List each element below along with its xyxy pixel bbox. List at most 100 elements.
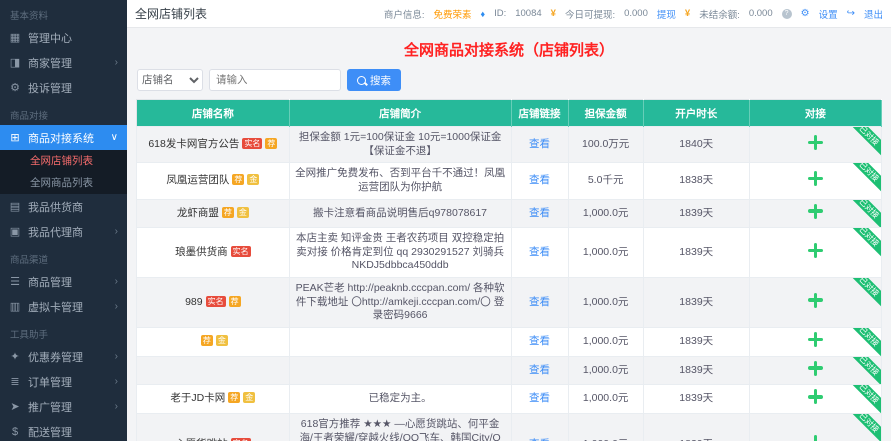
guarantee-amount: 5.0千元 — [567, 162, 644, 200]
connect-plus-icon[interactable] — [807, 134, 823, 150]
view-link[interactable]: 查看 — [529, 207, 550, 219]
search-button-label: 搜索 — [370, 74, 391, 87]
sidebar-item[interactable]: ⚙ 投诉管理 — [0, 75, 127, 100]
shop-link-cell: 查看 — [510, 125, 569, 164]
view-link[interactable]: 查看 — [529, 138, 550, 150]
connect-plus-icon[interactable] — [807, 292, 823, 308]
search-icon — [357, 75, 366, 85]
merchant-name: 免费荣素 — [433, 9, 472, 21]
merchant-icon: ◨ — [9, 57, 21, 69]
sidebar-item[interactable]: ✦ 优惠券管理 › — [0, 344, 127, 369]
sidebar-item[interactable]: ▥ 虚拟卡管理 › — [0, 294, 127, 319]
sidebar-item-label: 我品代理商 — [28, 226, 83, 239]
sidebar-item[interactable]: ≣ 订单管理 › — [0, 369, 127, 394]
sidebar-item[interactable]: ▦ 管理中心 — [0, 25, 127, 50]
shop-intro: 本店主卖 知评金贵 王者农药项目 双控稳定拍卖对接 价格肯定到位 qq 2930… — [288, 227, 512, 279]
account-age: 1839天 — [642, 198, 750, 229]
view-link[interactable]: 查看 — [529, 174, 550, 186]
balance-label: 未结余额: — [699, 9, 740, 21]
connect-plus-icon[interactable] — [807, 203, 823, 219]
logout-icon[interactable]: ↪ — [847, 8, 855, 19]
search-input[interactable] — [209, 69, 341, 91]
connect-plus-icon[interactable] — [807, 171, 823, 187]
connect-cell: 已对接 — [748, 227, 883, 279]
merchant-info-label: 商户信息: — [383, 9, 425, 21]
ribbon-badge: 已对接 — [845, 200, 881, 227]
badge: 荐 — [228, 295, 241, 307]
sidebar-section-label: 商品渠道 — [10, 255, 49, 266]
ribbon-badge: 已对接 — [845, 127, 881, 160]
vip-icon: ♦ — [480, 8, 486, 19]
goods-icon: ☰ — [10, 276, 20, 288]
connect-plus-icon[interactable] — [808, 435, 823, 441]
card-icon: ▥ — [9, 301, 21, 313]
view-link[interactable]: 查看 — [529, 364, 550, 376]
sidebar-item[interactable]: ⊞ 商品对接系统 ∨ — [0, 125, 127, 150]
sidebar-item[interactable]: ◨ 商家管理 › — [0, 50, 127, 75]
shop-intro — [288, 327, 512, 357]
table-header-row: 店铺名称 店铺简介 店铺链接 担保金额 开户时长 对接 — [136, 99, 883, 127]
table-row: 琅墨供货商 实名 本店主卖 知评金贵 王者农药项目 双控稳定拍卖对接 价格肯定到位 … — [136, 227, 883, 279]
column-header: 店铺链接 — [511, 99, 569, 127]
search-field-select[interactable]: 店铺名 — [137, 69, 203, 91]
sidebar-item-label: 虚拟卡管理 — [28, 301, 83, 314]
connect-plus-icon[interactable] — [807, 389, 823, 405]
shop-link-cell: 查看 — [510, 227, 569, 279]
app-screen: 基本资料 ▦ 管理中心 ◨ 商家管理 › ⚙ 投诉管理 商品对接 ⊞ 商品对接系统 ∨ 全网店铺列表 全网… — [0, 0, 891, 441]
badge: 金 — [236, 206, 249, 218]
sidebar-subitem[interactable]: 全网商品列表 — [0, 172, 127, 194]
sidebar-section-label: 工具助手 — [10, 330, 49, 341]
badge: 实名 — [205, 295, 226, 307]
sidebar-subitem-label: 全网商品列表 — [30, 177, 93, 189]
sidebar-item[interactable]: ▤ 我品供货商 — [0, 194, 127, 219]
logout-button[interactable]: 退出 — [864, 7, 883, 21]
ribbon-badge: 已对接 — [845, 414, 881, 441]
withdraw-link[interactable]: 提现 — [657, 7, 676, 21]
gear-icon[interactable]: ⚙ — [801, 8, 810, 19]
column-header: 开户时长 — [643, 99, 750, 127]
connect-plus-icon[interactable] — [807, 332, 823, 348]
chevron-right-icon: › — [114, 276, 118, 287]
connect-plus-icon[interactable] — [807, 242, 823, 258]
sidebar-item-label: 投诉管理 — [28, 82, 72, 95]
guarantee-amount: 1,000.0元 — [567, 198, 644, 229]
chevron-right-icon: › — [114, 351, 118, 362]
settings-button[interactable]: 设置 — [819, 7, 838, 21]
shop-name: 618发卡网官方公告 — [148, 137, 240, 150]
shop-name-cell: 琅墨供货商 实名 — [136, 227, 290, 279]
view-link[interactable]: 查看 — [529, 335, 550, 347]
guarantee-amount: 100.0万元 — [567, 125, 644, 164]
shop-link-cell: 查看 — [510, 277, 569, 329]
withdraw-label: 今日可提现: — [564, 9, 616, 21]
agent-icon: ▣ — [9, 226, 21, 238]
sidebar-subitem[interactable]: 全网店铺列表 — [0, 150, 127, 172]
sidebar-item-label: 商品对接系统 — [28, 132, 94, 145]
shop-intro: 618官方推荐 ★★★ —心愿货跳站、何平金海/王者荣耀/穿越火线/QQ飞车、韩… — [288, 412, 512, 441]
sidebar-item[interactable]: ☰ 商品管理 › — [0, 269, 127, 294]
sidebar-item[interactable]: ▣ 我品代理商 › — [0, 219, 127, 244]
search-button[interactable]: 搜索 — [347, 69, 401, 91]
guarantee-amount: 1,000.0元 — [567, 384, 644, 414]
account-age: 1839天 — [642, 355, 750, 386]
guarantee-amount: 1,000.0元 — [567, 355, 644, 386]
connect-plus-icon[interactable] — [807, 360, 823, 376]
sidebar-item-label: 管理中心 — [28, 32, 72, 45]
help-icon[interactable]: ? — [781, 8, 792, 19]
shop-link-cell: 查看 — [510, 384, 569, 414]
chevron-right-icon: › — [114, 401, 118, 412]
sidebar-item-label: 订单管理 — [28, 376, 72, 389]
view-link[interactable]: 查看 — [529, 296, 550, 308]
sidebar: 基本资料 ▦ 管理中心 ◨ 商家管理 › ⚙ 投诉管理 商品对接 ⊞ 商品对接系统 ∨ 全网店铺列表 全网… — [0, 0, 127, 441]
yen-icon: ¥ — [684, 8, 691, 19]
badge: 实名 — [242, 137, 263, 149]
shop-link-cell: 查看 — [510, 355, 569, 386]
badge: 实名 — [230, 245, 251, 257]
table-row: 618发卡网官方公告 实名荐担保金额 1元=100保证金 10元=1000保证金【… — [136, 125, 883, 164]
badge: 金 — [247, 174, 260, 186]
view-link[interactable]: 查看 — [529, 392, 550, 404]
view-link[interactable]: 查看 — [529, 246, 550, 258]
sidebar-item[interactable]: ➤ 推广管理 › — [0, 394, 127, 419]
connect-cell: 已对接 — [748, 125, 883, 164]
sidebar-item[interactable]: $ 配送管理 — [0, 419, 127, 441]
shop-intro: 担保金额 1元=100保证金 10元=1000保证金【保证金不退】 — [288, 125, 512, 164]
